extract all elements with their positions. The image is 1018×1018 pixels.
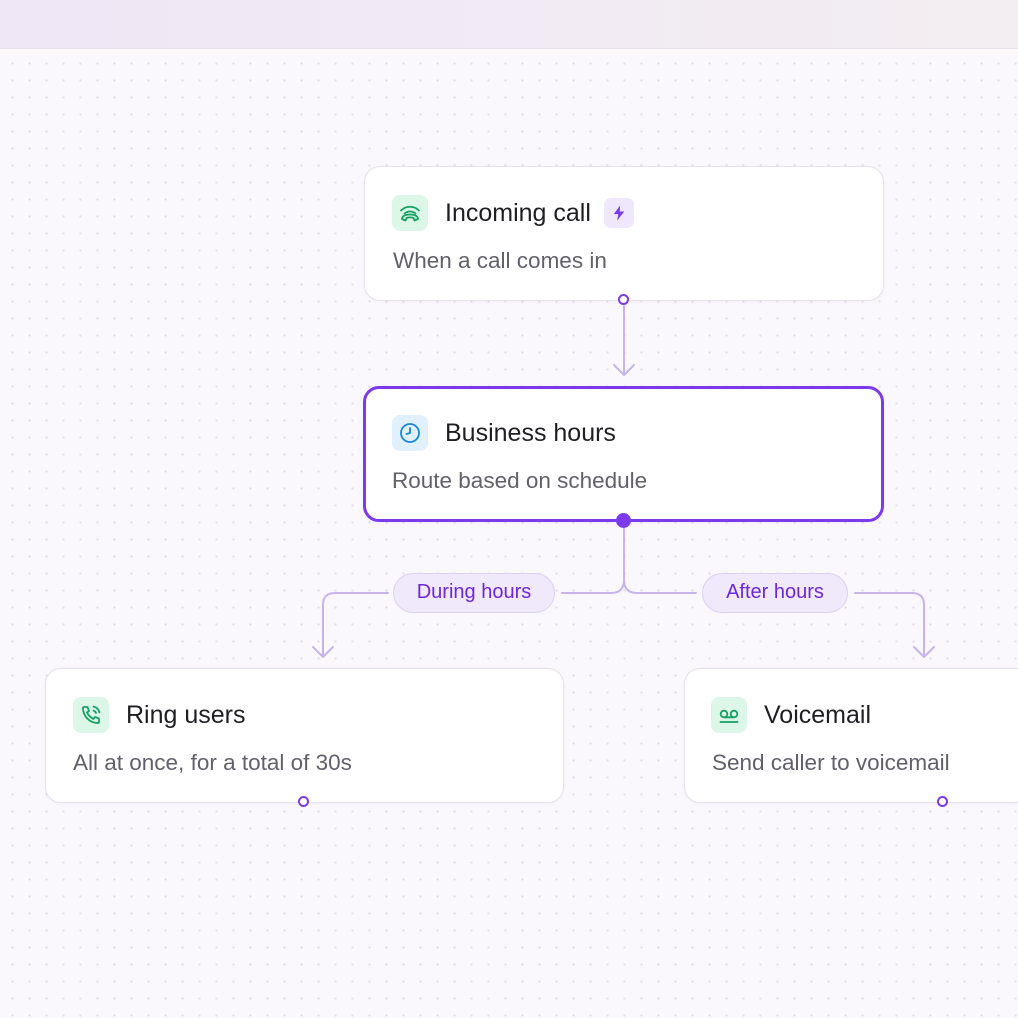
connector-after-to-voicemail [854, 592, 925, 658]
branch-label-after-hours[interactable]: After hours [702, 573, 848, 613]
node-voicemail[interactable]: Voicemail Send caller to voicemail [684, 668, 1018, 803]
node-subtitle: When a call comes in [393, 248, 607, 273]
output-port-voicemail[interactable] [937, 796, 948, 807]
node-business-hours[interactable]: Business hours Route based on schedule [363, 386, 884, 522]
arrowhead-ring [312, 646, 334, 658]
node-subtitle: All at once, for a total of 30s [73, 750, 352, 775]
phone-ringing-icon [73, 697, 109, 733]
output-port-incoming-call[interactable] [618, 294, 629, 305]
clock-icon [392, 415, 428, 451]
voicemail-icon [711, 697, 747, 733]
top-bar [0, 0, 1018, 49]
node-incoming-call[interactable]: Incoming call When a call comes in [364, 166, 884, 301]
node-subtitle: Route based on schedule [392, 468, 648, 493]
connector-during-to-ring [322, 592, 389, 658]
node-ring-users[interactable]: Ring users All at once, for a total of 3… [45, 668, 564, 803]
branch-label-during-hours[interactable]: During hours [393, 573, 555, 613]
output-port-ring-users[interactable] [298, 796, 309, 807]
node-title: Voicemail [764, 701, 871, 729]
incoming-call-icon [392, 195, 428, 231]
arrowhead-hours [613, 364, 635, 376]
node-subtitle: Send caller to voicemail [712, 750, 950, 775]
node-title: Business hours [445, 419, 616, 447]
output-port-business-hours[interactable] [616, 513, 631, 528]
connector-hours-right [623, 579, 697, 594]
node-title: Incoming call [445, 199, 591, 227]
arrowhead-voicemail [913, 646, 935, 658]
node-title: Ring users [126, 701, 246, 729]
connector-hours-trunk [561, 526, 625, 594]
lightning-bolt-icon [603, 198, 634, 228]
